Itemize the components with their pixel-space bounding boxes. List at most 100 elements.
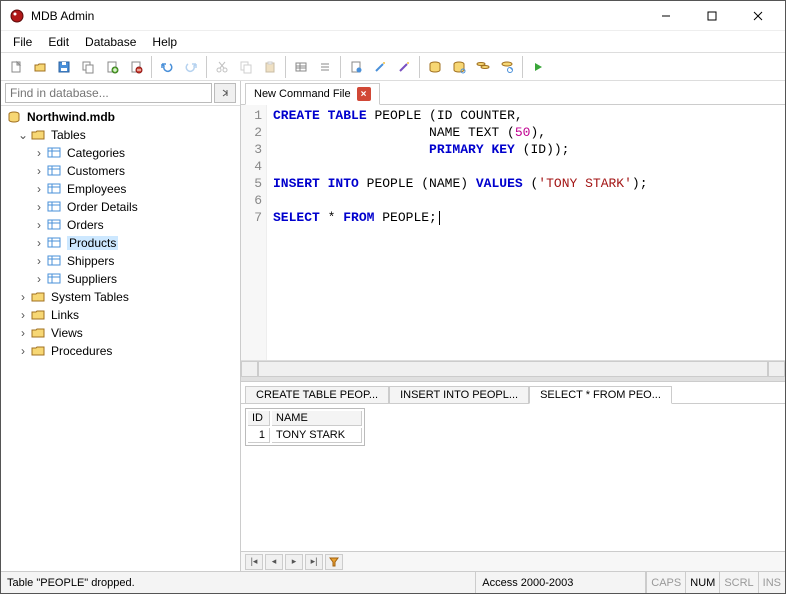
close-button[interactable] — [735, 1, 781, 31]
col-name[interactable]: NAME — [272, 411, 362, 426]
wand-button[interactable] — [369, 56, 391, 78]
chevron-right-icon[interactable]: › — [33, 164, 45, 178]
search-go-button[interactable] — [214, 83, 236, 103]
cell-id: 1 — [248, 428, 270, 443]
tree-tables-label: Tables — [51, 128, 86, 142]
result-body[interactable]: ID NAME 1 TONY STARK — [241, 404, 785, 551]
folder-icon — [31, 308, 47, 322]
tree-system-tables[interactable]: ›System Tables — [1, 288, 240, 306]
tree-item-products[interactable]: ›Products — [1, 234, 240, 252]
result-tab-select[interactable]: SELECT * FROM PEO... — [529, 386, 672, 404]
tree-item-orders[interactable]: › Orders — [1, 216, 240, 234]
chevron-right-icon[interactable]: › — [33, 146, 45, 160]
chevron-right-icon[interactable]: › — [33, 236, 45, 250]
db-sync-button[interactable] — [496, 56, 518, 78]
copy2-button[interactable] — [235, 56, 257, 78]
chevron-right-icon[interactable]: › — [17, 344, 29, 358]
col-id[interactable]: ID — [248, 411, 270, 426]
tree-tables[interactable]: ⌄ Tables — [1, 126, 240, 144]
tree-item-suppliers[interactable]: ›Suppliers — [1, 270, 240, 288]
sql-editor[interactable]: 1 2 3 4 5 6 7 CREATE TABLE PEOPLE (ID CO… — [241, 105, 785, 360]
result-tab-insert[interactable]: INSERT INTO PEOPL... — [389, 386, 529, 404]
scroll-track[interactable] — [258, 361, 768, 377]
editor-hscroll[interactable] — [241, 360, 785, 377]
chevron-right-icon[interactable]: › — [33, 254, 45, 268]
status-num: NUM — [685, 572, 719, 593]
table-row[interactable]: 1 TONY STARK — [248, 428, 362, 443]
titlebar: MDB Admin — [1, 1, 785, 31]
db-tree[interactable]: Northwind.mdb ⌄ Tables › Categories ›Cust… — [1, 106, 240, 571]
db-copy-button[interactable] — [472, 56, 494, 78]
table-icon — [47, 200, 63, 214]
chevron-right-icon[interactable]: › — [33, 218, 45, 232]
nav-prev-button[interactable]: ◂ — [265, 554, 283, 570]
editor-tab[interactable]: New Command File × — [245, 83, 380, 105]
chevron-right-icon[interactable]: › — [17, 326, 29, 340]
tree-label: Categories — [67, 146, 125, 160]
scroll-left-button[interactable] — [241, 361, 258, 377]
code-text: (ID)); — [515, 142, 570, 157]
tree-item-customers[interactable]: ›Customers — [1, 162, 240, 180]
result-tab-create[interactable]: CREATE TABLE PEOP... — [245, 386, 389, 404]
tree-item-categories[interactable]: › Categories — [1, 144, 240, 162]
nav-filter-button[interactable] — [325, 554, 343, 570]
result-table: ID NAME 1 TONY STARK — [245, 408, 365, 446]
text-cursor — [439, 211, 440, 225]
undo-button[interactable] — [156, 56, 178, 78]
tree-item-employees[interactable]: › Employees — [1, 180, 240, 198]
script-button[interactable] — [345, 56, 367, 78]
new-file-button[interactable] — [5, 56, 27, 78]
list-button[interactable] — [314, 56, 336, 78]
kw-table: TABLE — [328, 108, 367, 123]
menu-database[interactable]: Database — [77, 33, 144, 51]
wand2-button[interactable] — [393, 56, 415, 78]
search-input[interactable] — [5, 83, 212, 103]
menu-help[interactable]: Help — [144, 33, 185, 51]
tree-links[interactable]: › Links — [1, 306, 240, 324]
chevron-right-icon[interactable]: › — [33, 182, 45, 196]
line-number: 4 — [241, 158, 262, 175]
folder-icon — [31, 326, 47, 340]
status-scrl: SCRL — [719, 572, 757, 593]
chevron-right-icon[interactable]: › — [17, 308, 29, 322]
close-tab-icon[interactable]: × — [357, 87, 371, 101]
copy-button[interactable] — [77, 56, 99, 78]
sidebar: Northwind.mdb ⌄ Tables › Categories ›Cust… — [1, 81, 241, 571]
tree-label: Employees — [67, 182, 126, 196]
scroll-right-button[interactable] — [768, 361, 785, 377]
paste-button[interactable] — [259, 56, 281, 78]
code-text: ( — [523, 176, 539, 191]
nav-next-button[interactable]: ▸ — [285, 554, 303, 570]
grid-button[interactable] — [290, 56, 312, 78]
tree-procedures[interactable]: ›Procedures — [1, 342, 240, 360]
tree-db-root[interactable]: Northwind.mdb — [1, 108, 240, 126]
nav-first-button[interactable]: |◂ — [245, 554, 263, 570]
chevron-right-icon[interactable]: › — [33, 272, 45, 286]
minimize-button[interactable] — [643, 1, 689, 31]
chevron-right-icon[interactable]: › — [33, 200, 45, 214]
code-area[interactable]: CREATE TABLE PEOPLE (ID COUNTER, NAME TE… — [267, 105, 785, 360]
chevron-right-icon[interactable]: › — [17, 290, 29, 304]
line-number: 1 — [241, 107, 262, 124]
tree-label: Orders — [67, 218, 104, 232]
chevron-down-icon[interactable]: ⌄ — [17, 128, 29, 142]
delete-db-button[interactable] — [125, 56, 147, 78]
tree-views[interactable]: ›Views — [1, 324, 240, 342]
tree-label: Links — [51, 308, 79, 322]
save-button[interactable] — [53, 56, 75, 78]
menu-file[interactable]: File — [5, 33, 40, 51]
run-button[interactable] — [527, 56, 549, 78]
nav-last-button[interactable]: ▸| — [305, 554, 323, 570]
db1-button[interactable] — [424, 56, 446, 78]
kw-primary: PRIMARY — [429, 142, 484, 157]
new-db-button[interactable] — [101, 56, 123, 78]
main-panel: New Command File × 1 2 3 4 5 6 7 CREATE … — [241, 81, 785, 571]
tree-item-shippers[interactable]: ›Shippers — [1, 252, 240, 270]
tree-item-orderdetails[interactable]: ›Order Details — [1, 198, 240, 216]
menu-edit[interactable]: Edit — [40, 33, 77, 51]
open-file-button[interactable] — [29, 56, 51, 78]
maximize-button[interactable] — [689, 1, 735, 31]
db-link-button[interactable] — [448, 56, 470, 78]
redo-button[interactable] — [180, 56, 202, 78]
cut-button[interactable] — [211, 56, 233, 78]
